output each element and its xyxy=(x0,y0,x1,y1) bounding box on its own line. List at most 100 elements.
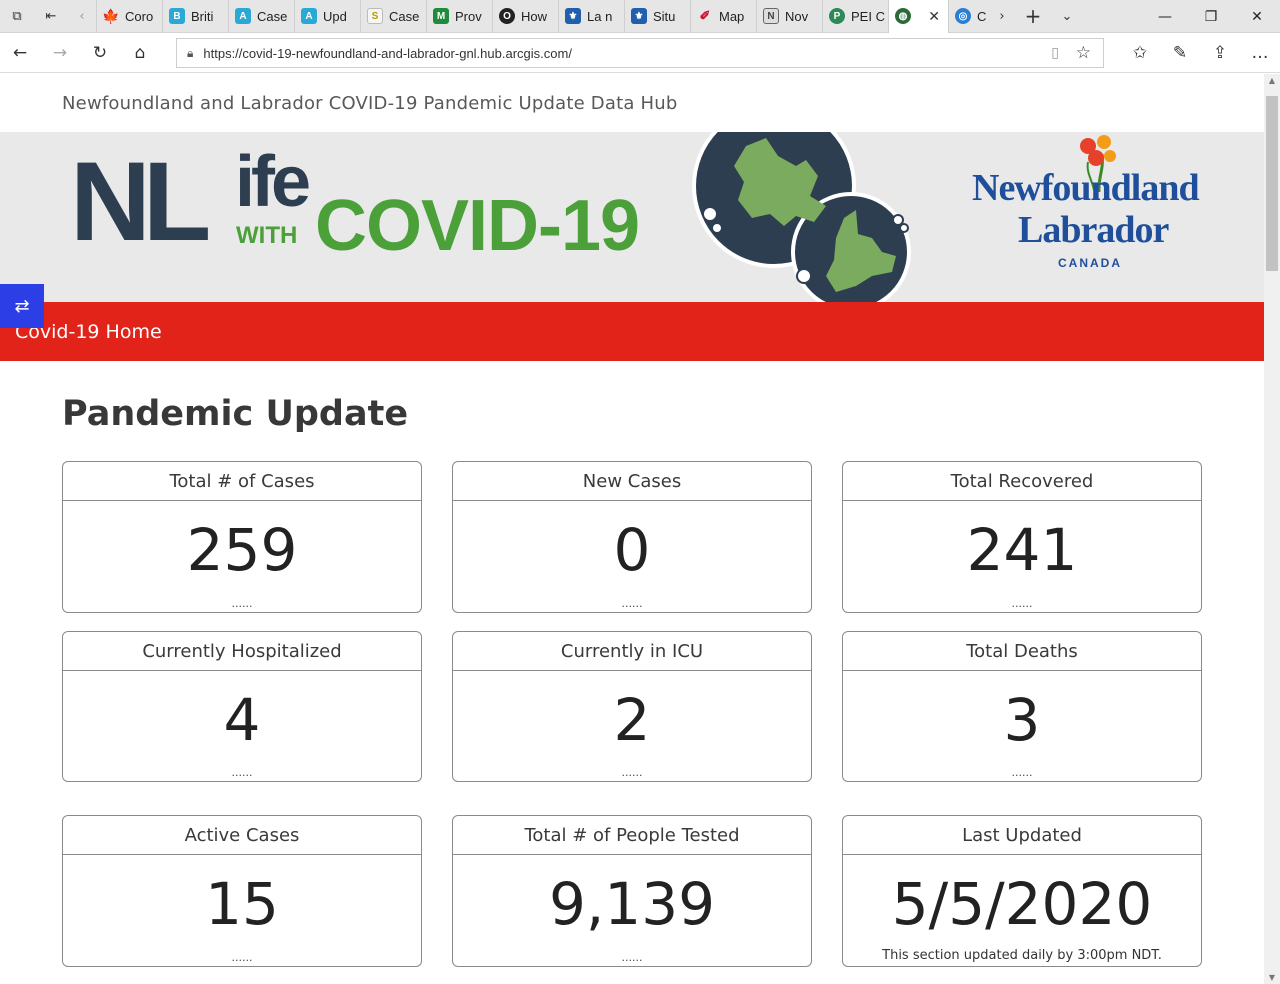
card-footnote: ...... xyxy=(231,597,253,610)
nb-icon: ✐ xyxy=(699,8,711,23)
pei-icon: P xyxy=(829,8,845,24)
card-footnote: ...... xyxy=(621,951,643,964)
forward-icon[interactable]: → xyxy=(40,33,80,73)
card-value: 4 xyxy=(223,686,261,754)
sask-icon: S xyxy=(367,8,383,24)
ns-icon: N xyxy=(763,8,779,24)
card-title: Total Recovered xyxy=(843,462,1201,501)
card-title: Currently Hospitalized xyxy=(63,632,421,671)
address-bar[interactable]: 🔒︎ https://covid-19-newfoundland-and-lab… xyxy=(176,38,1104,68)
logo-covid-text: COVID-19 xyxy=(315,186,640,266)
card-footnote: This section updated daily by 3:00pm NDT… xyxy=(882,948,1162,963)
tab-actions-icon[interactable]: ⧉ xyxy=(0,0,34,33)
home-icon[interactable]: ⌂ xyxy=(120,33,160,73)
gov-logo-labrador: Labrador xyxy=(1018,209,1169,251)
web-page: Newfoundland and Labrador COVID-19 Pande… xyxy=(0,74,1264,984)
minimize-icon[interactable]: — xyxy=(1142,0,1188,33)
browser-tab[interactable]: ✐ Map xyxy=(690,0,756,33)
browser-tab[interactable]: N Nov xyxy=(756,0,822,33)
stat-card-total-cases: Total # of Cases 259 ...... xyxy=(62,461,422,613)
favorites-list-icon[interactable]: ✩ xyxy=(1120,33,1160,73)
gov-logo-newfoundland: Newfoundland xyxy=(972,167,1200,209)
card-title: Total Deaths xyxy=(843,632,1201,671)
browser-tab[interactable]: A Case xyxy=(228,0,294,33)
scroll-up-icon[interactable]: ▲ xyxy=(1264,76,1280,85)
site-header: Newfoundland and Labrador COVID-19 Pande… xyxy=(0,74,1264,132)
card-value: 5/5/2020 xyxy=(891,870,1153,938)
logo-with-text: WITH xyxy=(236,222,298,249)
browser-tab[interactable]: A Upd xyxy=(294,0,360,33)
card-value: 9,139 xyxy=(548,870,716,938)
card-value: 2 xyxy=(613,686,651,754)
quebec-icon: ⚜ xyxy=(565,8,581,24)
site-nav-bar: Covid-19 Home xyxy=(0,302,1264,361)
share-icon[interactable]: ⇪ xyxy=(1200,33,1240,73)
alberta-icon: A xyxy=(235,8,251,24)
nlife-covid-logo: NL ife WITH COVID-19 xyxy=(70,139,640,264)
logo-life-text: ife xyxy=(235,142,311,222)
scroll-tabs-left-icon[interactable]: ‹ xyxy=(68,0,96,33)
close-tab-icon[interactable]: ✕ xyxy=(928,8,940,25)
translate-icon: ⇄ xyxy=(14,295,30,317)
card-value: 241 xyxy=(966,516,1078,584)
stat-card-active-cases: Active Cases 15 ...... xyxy=(62,815,422,967)
favorite-star-icon[interactable]: ☆ xyxy=(1076,43,1091,63)
url-text[interactable]: https://covid-19-newfoundland-and-labrad… xyxy=(203,46,572,61)
browser-tab[interactable]: B Briti xyxy=(162,0,228,33)
card-title: Active Cases xyxy=(63,816,421,855)
refresh-icon[interactable]: ↻ xyxy=(80,33,120,73)
page-scrollbar[interactable]: ▲ ▼ xyxy=(1264,74,1280,984)
browser-tab[interactable]: ⚜ La n xyxy=(558,0,624,33)
bc-icon: B xyxy=(169,8,185,24)
quebec-icon: ⚜ xyxy=(631,8,647,24)
card-title: Total # of Cases xyxy=(63,462,421,501)
scrollbar-thumb[interactable] xyxy=(1266,96,1278,271)
alberta-icon: A xyxy=(301,8,317,24)
window-controls: — ❐ ✕ xyxy=(1142,0,1280,33)
card-title: Last Updated xyxy=(843,816,1201,855)
card-title: New Cases xyxy=(453,462,811,501)
scroll-down-icon[interactable]: ▼ xyxy=(1264,973,1280,982)
site-title[interactable]: Newfoundland and Labrador COVID-19 Pande… xyxy=(62,93,677,114)
globe-icon: ◍ xyxy=(895,8,911,24)
back-icon[interactable]: ← xyxy=(0,33,40,73)
close-window-icon[interactable]: ✕ xyxy=(1234,0,1280,33)
stat-card-total-recovered: Total Recovered 241 ...... xyxy=(842,461,1202,613)
browser-tab[interactable]: ⚜ Situ xyxy=(624,0,690,33)
pen-icon[interactable]: ✎ xyxy=(1160,33,1200,73)
browser-tab[interactable]: P PEI C xyxy=(822,0,888,33)
browser-tab[interactable]: M Prov xyxy=(426,0,492,33)
more-icon[interactable]: … xyxy=(1240,33,1280,73)
card-value: 0 xyxy=(613,516,651,584)
scroll-tabs-right-icon[interactable]: › xyxy=(988,0,1016,33)
browser-tab[interactable]: O How xyxy=(492,0,558,33)
card-footnote: ...... xyxy=(621,597,643,610)
browser-tab[interactable]: ◎ C xyxy=(948,0,988,33)
browser-tab[interactable]: S Case xyxy=(360,0,426,33)
stat-card-hospitalized: Currently Hospitalized 4 ...... xyxy=(62,631,422,782)
hero-banner: NL ife WITH COVID-19 Newfoundland Labrad… xyxy=(0,132,1264,302)
restore-icon[interactable]: ❐ xyxy=(1188,0,1234,33)
stat-card-icu: Currently in ICU 2 ...... xyxy=(452,631,812,782)
card-title: Currently in ICU xyxy=(453,632,811,671)
reading-view-icon[interactable]: ▯ xyxy=(1051,45,1059,61)
logo-nl-text: NL xyxy=(70,139,211,264)
browser-nav-bar: ← → ↻ ⌂ 🔒︎ https://covid-19-newfoundland… xyxy=(0,33,1280,73)
card-footnote: ...... xyxy=(1011,766,1033,779)
section-title: Pandemic Update xyxy=(62,394,409,434)
card-title: Total # of People Tested xyxy=(453,816,811,855)
maple-leaf-icon: 🍁 xyxy=(102,7,120,24)
translate-accessibility-button[interactable]: ⇄ xyxy=(0,284,44,328)
arcgis-icon: ◎ xyxy=(955,8,971,24)
stat-card-total-deaths: Total Deaths 3 ...... xyxy=(842,631,1202,782)
browser-tab[interactable]: 🍁 Coro xyxy=(96,0,162,33)
stat-card-people-tested: Total # of People Tested 9,139 ...... xyxy=(452,815,812,967)
card-value: 259 xyxy=(186,516,298,584)
browser-tab-active[interactable]: ◍ ✕ xyxy=(888,0,948,33)
ontario-icon: O xyxy=(499,8,515,24)
set-tabs-aside-icon[interactable]: ⇤ xyxy=(34,0,68,33)
gov-nl-logo: Newfoundland Labrador CANADA xyxy=(972,132,1222,282)
tab-list-chevron-icon[interactable]: ⌄ xyxy=(1050,0,1084,33)
card-footnote: ...... xyxy=(231,766,253,779)
new-tab-icon[interactable]: + xyxy=(1016,0,1050,33)
